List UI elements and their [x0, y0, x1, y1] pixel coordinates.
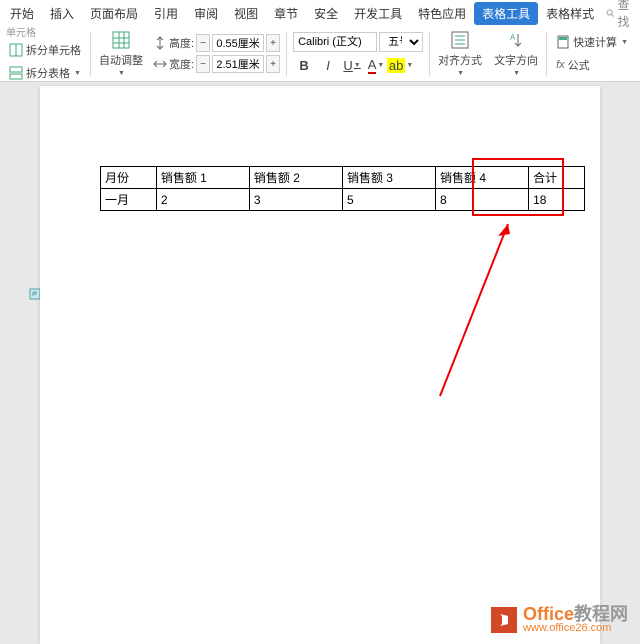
search-icon — [606, 7, 614, 19]
partial-label: 单元格 — [6, 24, 84, 39]
menu-bar: 开始 插入 页面布局 引用 审阅 视图 章节 安全 开发工具 特色应用 表格工具… — [0, 0, 640, 26]
font-group: Calibri (正文) 五号 B I U▼ A▼ ab▼ — [289, 32, 427, 75]
height-icon — [153, 36, 167, 50]
auto-adjust-icon — [111, 30, 131, 50]
document-page: 月份 销售额 1 销售额 2 销售额 3 销售额 4 合计 一月 2 3 5 8… — [40, 86, 600, 644]
header-cell[interactable]: 销售额 1 — [156, 167, 249, 189]
split-table-label: 拆分表格 — [26, 65, 70, 81]
data-cell[interactable]: 2 — [156, 189, 249, 211]
highlight-button[interactable]: ab▼ — [389, 55, 411, 75]
toolbar: 单元格 拆分单元格 拆分表格 ▼ 自动调整 ▼ 高度: − + 宽度: − — [0, 26, 640, 82]
separator — [546, 32, 547, 76]
height-label: 高度: — [169, 35, 194, 51]
split-group: 单元格 拆分单元格 拆分表格 ▼ — [2, 24, 88, 83]
bold-button[interactable]: B — [293, 55, 315, 75]
menu-special[interactable]: 特色应用 — [410, 1, 474, 26]
header-cell[interactable]: 合计 — [529, 167, 585, 189]
split-cell-label: 拆分单元格 — [26, 42, 81, 58]
data-cell[interactable]: 8 — [436, 189, 529, 211]
chevron-down-icon: ▼ — [74, 70, 81, 77]
header-cell[interactable]: 销售额 2 — [249, 167, 342, 189]
menu-insert[interactable]: 插入 — [42, 1, 82, 26]
underline-button[interactable]: U▼ — [341, 55, 363, 75]
data-cell[interactable]: 18 — [529, 189, 585, 211]
menu-table-tools[interactable]: 表格工具 — [474, 2, 538, 25]
align-button[interactable]: 对齐方式 ▼ — [432, 28, 488, 79]
svg-text:A: A — [510, 33, 516, 42]
separator — [429, 32, 430, 76]
chevron-down-icon: ▼ — [118, 70, 125, 77]
menu-table-style[interactable]: 表格样式 — [538, 1, 602, 26]
chevron-down-icon: ▼ — [513, 70, 520, 77]
separator — [286, 32, 287, 76]
data-table[interactable]: 月份 销售额 1 销售额 2 销售额 3 销售额 4 合计 一月 2 3 5 8… — [100, 166, 585, 211]
split-cell-button[interactable]: 拆分单元格 — [6, 40, 84, 60]
height-decrease[interactable]: − — [196, 34, 210, 52]
chevron-down-icon: ▼ — [457, 70, 464, 77]
calculator-icon — [556, 35, 570, 49]
auto-adjust-button[interactable]: 自动调整 ▼ — [93, 28, 149, 79]
annotation-arrow — [420, 216, 520, 406]
header-cell[interactable]: 月份 — [101, 167, 157, 189]
calc-group: 快速计算 ▼ fx 公式 — [549, 32, 635, 75]
fast-calc-label: 快速计算 — [573, 34, 617, 50]
watermark-title: Office教程网 — [523, 605, 628, 623]
formula-label: 公式 — [568, 57, 590, 73]
menu-page-layout[interactable]: 页面布局 — [82, 1, 146, 26]
width-icon — [153, 57, 167, 71]
width-label: 宽度: — [169, 56, 194, 72]
font-color-button[interactable]: A▼ — [365, 55, 387, 75]
split-cell-icon — [9, 43, 23, 57]
height-input[interactable] — [212, 34, 264, 52]
width-increase[interactable]: + — [266, 55, 280, 73]
search-label: 查找 — [617, 0, 634, 30]
align-icon — [450, 30, 470, 50]
separator — [90, 32, 91, 76]
auto-adjust-label: 自动调整 — [99, 52, 143, 68]
italic-button[interactable]: I — [317, 55, 339, 75]
font-size-select[interactable]: 五号 — [379, 32, 423, 52]
split-table-icon — [9, 66, 23, 80]
fast-calc-button[interactable]: 快速计算 ▼ — [553, 32, 631, 52]
document-area: 月份 销售额 1 销售额 2 销售额 3 销售额 4 合计 一月 2 3 5 8… — [0, 82, 640, 644]
font-name-select[interactable]: Calibri (正文) — [293, 32, 377, 52]
search-area[interactable]: 查找 — [602, 0, 638, 30]
width-decrease[interactable]: − — [196, 55, 210, 73]
dimension-group: 高度: − + 宽度: − + — [149, 34, 284, 73]
data-cell[interactable]: 一月 — [101, 189, 157, 211]
header-cell[interactable]: 销售额 3 — [342, 167, 435, 189]
width-input[interactable] — [212, 55, 264, 73]
table-row[interactable]: 一月 2 3 5 8 18 — [101, 189, 585, 211]
formula-button[interactable]: fx 公式 — [553, 55, 631, 75]
menu-start[interactable]: 开始 — [2, 1, 42, 26]
text-direction-icon: A — [506, 30, 526, 50]
watermark: Office教程网 www.office26.com — [491, 605, 628, 634]
data-cell[interactable]: 3 — [249, 189, 342, 211]
fx-icon: fx — [556, 59, 565, 71]
table-header-row[interactable]: 月份 销售额 1 销售额 2 销售额 3 销售额 4 合计 — [101, 167, 585, 189]
header-cell[interactable]: 销售额 4 — [436, 167, 529, 189]
menu-chapter[interactable]: 章节 — [266, 1, 306, 26]
office-logo-icon — [491, 607, 517, 633]
menu-view[interactable]: 视图 — [226, 1, 266, 26]
menu-reference[interactable]: 引用 — [146, 1, 186, 26]
height-increase[interactable]: + — [266, 34, 280, 52]
watermark-url: www.office26.com — [523, 623, 628, 634]
chevron-down-icon: ▼ — [621, 39, 628, 46]
direction-label: 文字方向 — [494, 52, 538, 68]
align-label: 对齐方式 — [438, 52, 482, 68]
data-cell[interactable]: 5 — [342, 189, 435, 211]
menu-review[interactable]: 审阅 — [186, 1, 226, 26]
menu-dev-tools[interactable]: 开发工具 — [346, 1, 410, 26]
menu-security[interactable]: 安全 — [306, 1, 346, 26]
text-direction-button[interactable]: A 文字方向 ▼ — [488, 28, 544, 79]
split-table-button[interactable]: 拆分表格 ▼ — [6, 63, 84, 83]
